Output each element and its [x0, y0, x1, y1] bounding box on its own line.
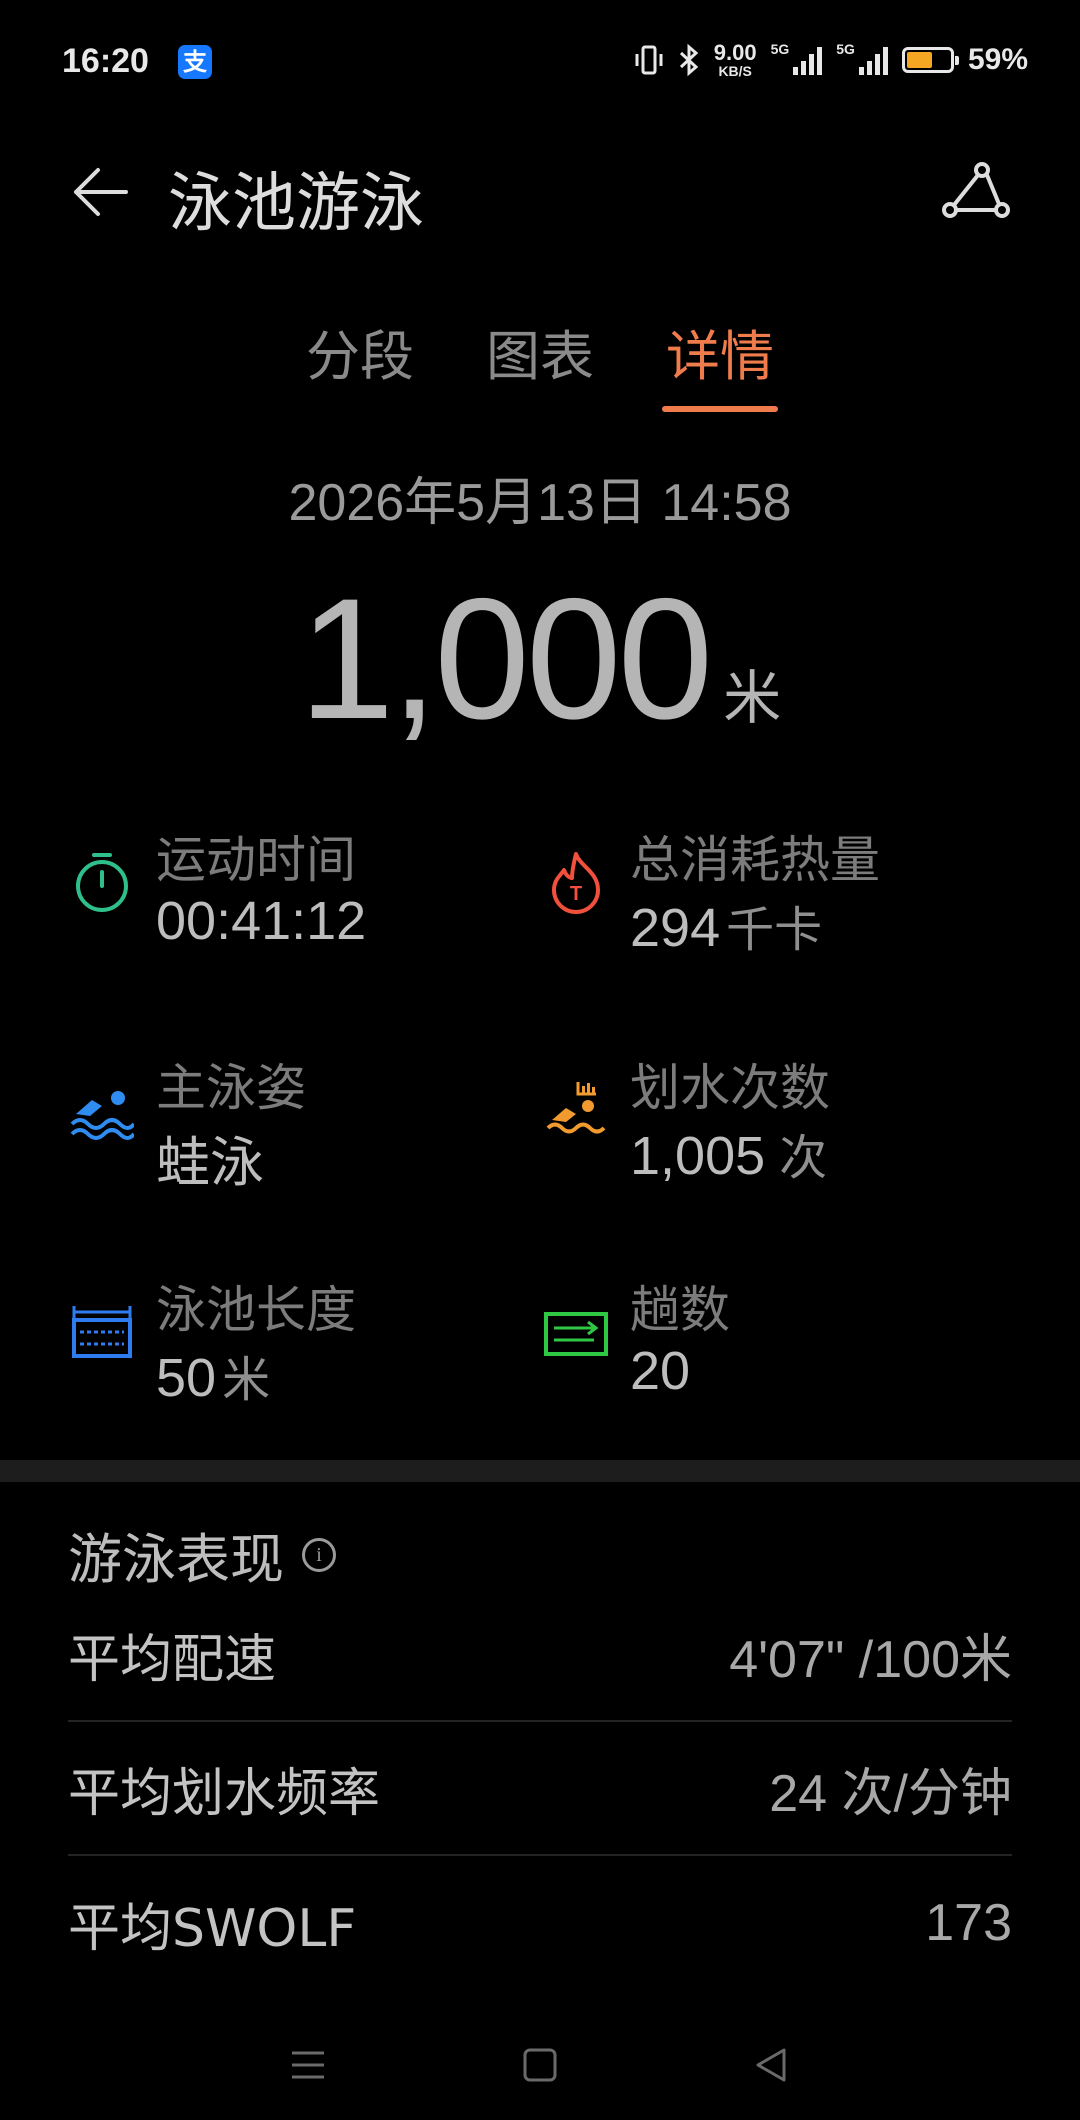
avg-stroke-rate-label: 平均划水频率: [68, 1763, 381, 1824]
menu-icon[interactable]: [286, 2043, 330, 2087]
avg-swolf-label: 平均SWOLF: [68, 1898, 357, 1959]
tab-details[interactable]: 详情: [662, 312, 778, 412]
performance-title: 游泳表现: [68, 1528, 284, 1591]
metric-label: 总消耗热量: [630, 831, 880, 889]
metric-stroke-count: 划水次数 1,005 次: [544, 1048, 1004, 1198]
avg-stroke-rate-value: 24 次/分钟: [769, 1764, 1012, 1823]
calories-value: 294: [630, 898, 721, 958]
metric-value: 1,005 次: [630, 1118, 827, 1188]
bluetooth-icon: [679, 43, 698, 77]
workout-datetime: 2026年5月13日 14:58: [288, 474, 792, 532]
total-distance: 1,000 米: [0, 560, 1080, 758]
tab-segments[interactable]: 分段: [302, 312, 418, 412]
net-speed-unit: KB/S: [718, 63, 752, 79]
pool-length-value: 50: [156, 1348, 217, 1408]
distance-value: 1,000: [298, 563, 713, 755]
calories-unit: 千卡: [726, 902, 823, 958]
list-item: 平均划水频率 24 次/分钟: [68, 1722, 1012, 1856]
alipay-icon: 支: [178, 45, 212, 79]
flame-icon: T: [552, 852, 600, 914]
metric-label: 划水次数: [630, 1059, 830, 1117]
route-icon[interactable]: [940, 160, 1012, 232]
battery-percent: 59%: [967, 43, 1028, 76]
stroke-count-value: 1,005: [630, 1126, 766, 1186]
metric-laps: 趟数 20: [544, 1270, 1004, 1420]
status-bar: 16:20 支 9.00 KB/S 5G 5G 59%: [0, 0, 1080, 130]
tab-charts[interactable]: 图表: [482, 312, 598, 412]
metric-pool-length: 泳池长度 50 米: [70, 1270, 530, 1420]
swimmer-icon: [70, 1091, 134, 1140]
sim2-5g-label: 5G: [836, 41, 855, 57]
system-nav-bar: [0, 2020, 1080, 2110]
list-item: 平均SWOLF 173: [68, 1856, 1012, 1990]
svg-text:T: T: [570, 883, 582, 905]
net-speed-value: 9.00: [713, 40, 757, 65]
metric-calories: T 总消耗热量 294 千卡: [544, 820, 1004, 970]
square-home-icon[interactable]: [518, 2043, 562, 2087]
stroke-count-unit: 次: [779, 1130, 828, 1186]
stroke-value: 蛙泳: [156, 1131, 264, 1194]
metric-stroke: 主泳姿 蛙泳: [70, 1048, 530, 1198]
status-indicators: 9.00 KB/S 5G 5G 59%: [634, 42, 1028, 78]
metric-value: 20: [630, 1340, 690, 1402]
duration-value: 00:41:12: [156, 891, 367, 951]
section-title: 游泳表现 i: [68, 1515, 336, 1594]
pool-icon: [72, 1306, 132, 1358]
swim-strokes-icon: [546, 1082, 606, 1134]
metric-label: 主泳姿: [156, 1059, 306, 1117]
stopwatch-icon: [76, 853, 128, 912]
section-divider: [0, 1460, 1080, 1482]
metric-label: 趟数: [630, 1281, 730, 1339]
avg-swolf-value: 173: [925, 1894, 1012, 1952]
info-icon[interactable]: i: [302, 1537, 336, 1572]
signal-icon: [793, 45, 823, 75]
distance-unit: 米: [723, 666, 782, 731]
net-speed: 9.00 KB/S: [713, 40, 757, 79]
tab-bar: 分段 图表 详情: [0, 312, 1080, 412]
triangle-back-icon[interactable]: [750, 2043, 794, 2087]
metric-duration: 运动时间 00:41:12: [70, 820, 530, 970]
signal-icon: [858, 45, 888, 75]
pool-length-unit: 米: [222, 1352, 271, 1408]
metric-label: 泳池长度: [156, 1281, 356, 1339]
page-title: 泳池游泳: [168, 167, 424, 241]
metric-label: 运动时间: [156, 831, 356, 889]
sim1-5g-label: 5G: [770, 41, 790, 57]
status-time: 16:20: [62, 42, 149, 80]
list-item: 平均配速 4'07" /100米: [68, 1588, 1012, 1722]
metric-value: 294 千卡: [630, 890, 822, 960]
arrow-left-icon[interactable]: [70, 162, 130, 222]
vibrate-icon: [635, 45, 663, 75]
metric-value: 蛙泳: [156, 1118, 264, 1197]
metric-value: 50 米: [156, 1340, 270, 1410]
battery-icon: [901, 47, 959, 73]
avg-pace-value: 4'07" /100米: [729, 1630, 1012, 1689]
laps-value: 20: [630, 1341, 691, 1401]
avg-pace-label: 平均配速: [68, 1629, 277, 1690]
metric-value: 00:41:12: [156, 890, 366, 952]
laps-icon: [544, 1312, 608, 1356]
